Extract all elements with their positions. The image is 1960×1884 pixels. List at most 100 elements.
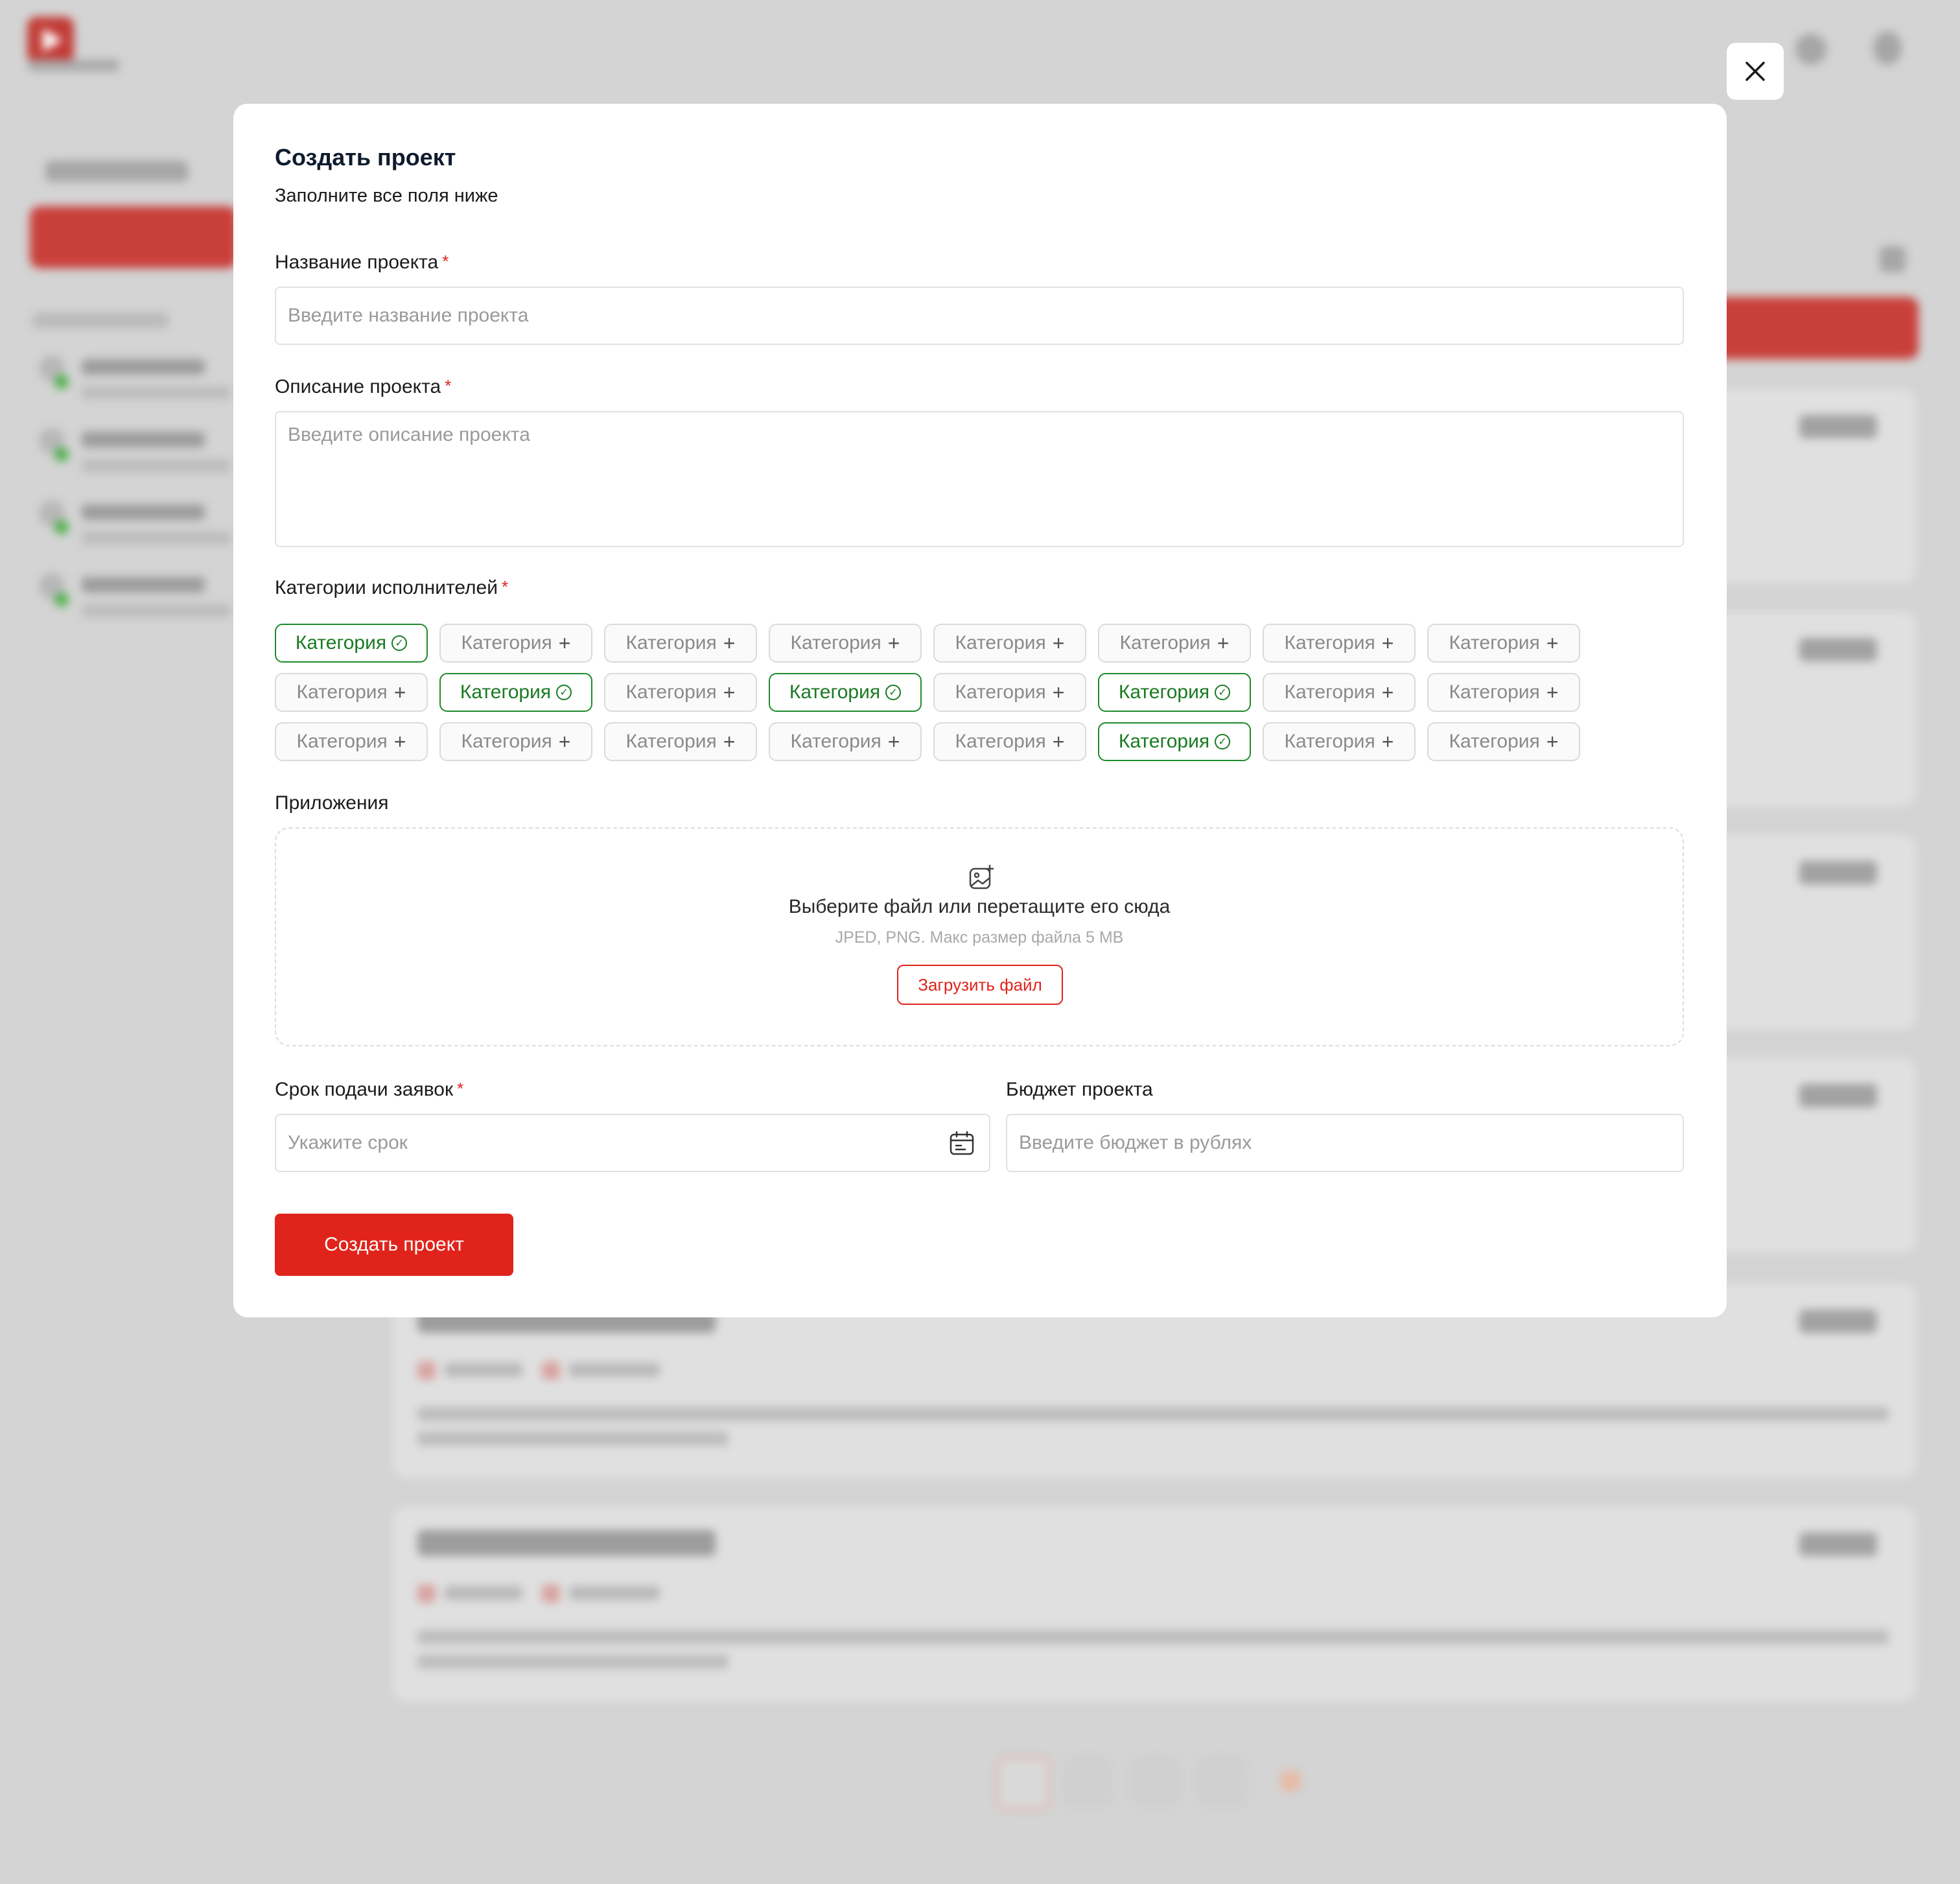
upload-file-button[interactable]: Загрузить файл — [897, 965, 1063, 1005]
dropzone-hint: JPED, PNG. Макс размер файла 5 MB — [835, 928, 1124, 947]
category-chip[interactable]: Категория + — [1427, 624, 1580, 663]
category-chip[interactable]: Категория + — [769, 722, 922, 761]
plus-icon: + — [887, 729, 900, 753]
notification-icon — [1795, 34, 1826, 65]
required-mark: * — [442, 252, 449, 271]
user-avatar-icon — [1873, 31, 1902, 65]
category-chip-label: Категория — [1119, 632, 1211, 654]
category-chip-label: Категория — [1284, 731, 1375, 752]
category-chip[interactable]: Категория ✓ — [439, 673, 592, 712]
check-circle-icon: ✓ — [885, 685, 902, 700]
category-chip[interactable]: Категория + — [933, 624, 1086, 663]
plus-icon: + — [1381, 631, 1394, 655]
plus-icon: + — [393, 680, 406, 704]
image-upload-icon — [969, 865, 994, 889]
modal-title: Создать проект — [275, 144, 456, 171]
category-chip[interactable]: Категория + — [933, 722, 1086, 761]
category-chip[interactable]: Категория + — [769, 624, 922, 663]
plus-icon: + — [1217, 631, 1230, 655]
check-circle-icon: ✓ — [1215, 734, 1231, 749]
category-chip-label: Категория — [295, 632, 387, 654]
category-chip[interactable]: Категория + — [1263, 624, 1416, 663]
category-chip[interactable]: Категория + — [275, 673, 428, 712]
category-chip-label: Категория — [955, 632, 1046, 654]
plus-icon: + — [723, 680, 736, 704]
project-description-input[interactable] — [275, 411, 1684, 547]
modal-subtitle: Заполните все поля ниже — [275, 185, 498, 206]
category-chip[interactable]: Категория + — [1098, 624, 1251, 663]
category-chip-label: Категория — [461, 632, 552, 654]
category-chip-label: Категория — [790, 731, 881, 752]
category-chip-label: Категория — [789, 681, 881, 703]
plus-icon: + — [1546, 729, 1559, 753]
category-chip-label: Категория — [955, 731, 1046, 752]
check-circle-icon: ✓ — [556, 685, 572, 700]
category-chip[interactable]: Категория ✓ — [1098, 673, 1251, 712]
required-mark: * — [502, 577, 509, 596]
category-chip-label: Категория — [460, 681, 552, 703]
plus-icon: + — [1546, 680, 1559, 704]
project-name-input[interactable] — [275, 287, 1684, 345]
category-chip-label: Категория — [955, 681, 1046, 703]
category-chip-label: Категория — [1449, 731, 1540, 752]
category-chip-label: Категория — [790, 632, 881, 654]
category-chip-label: Категория — [1118, 681, 1210, 703]
plus-icon: + — [723, 631, 736, 655]
category-chip[interactable]: Категория + — [1263, 673, 1416, 712]
category-chip-label: Категория — [296, 681, 388, 703]
dropzone-title: Выберите файл или перетащите его сюда — [788, 896, 1171, 917]
plus-icon: + — [1052, 729, 1065, 753]
budget-label: Бюджет проекта — [1006, 1079, 1153, 1100]
category-chip[interactable]: Категория + — [1263, 722, 1416, 761]
plus-icon: + — [393, 729, 406, 753]
plus-icon: + — [1052, 631, 1065, 655]
category-chip-label: Категория — [461, 731, 552, 752]
close-icon — [1745, 62, 1765, 81]
plus-icon: + — [723, 729, 736, 753]
category-chip[interactable]: Категория + — [439, 624, 592, 663]
category-chip[interactable]: Категория + — [604, 673, 757, 712]
category-chip[interactable]: Категория + — [1427, 673, 1580, 712]
category-chip-label: Категория — [625, 731, 717, 752]
category-chip-label: Категория — [625, 681, 717, 703]
category-chip[interactable]: Категория ✓ — [769, 673, 922, 712]
category-chip[interactable]: Категория + — [604, 624, 757, 663]
plus-icon: + — [887, 631, 900, 655]
deadline-label: Срок подачи заявок * — [275, 1079, 464, 1100]
close-button[interactable] — [1727, 43, 1784, 100]
required-mark: * — [445, 376, 452, 395]
create-project-modal: Создать проект Заполните все поля ниже Н… — [233, 104, 1727, 1317]
category-chip-label: Категория — [1118, 731, 1210, 752]
app-logo — [27, 17, 74, 64]
check-circle-icon: ✓ — [391, 635, 408, 651]
category-chip[interactable]: Категория + — [604, 722, 757, 761]
deadline-input[interactable] — [275, 1114, 990, 1172]
plus-icon: + — [558, 631, 571, 655]
project-description-label: Описание проекта * — [275, 376, 452, 397]
create-project-button[interactable]: Создать проект — [275, 1214, 513, 1276]
plus-icon: + — [1381, 680, 1394, 704]
plus-icon: + — [1381, 729, 1394, 753]
categories-label: Категории исполнителей * — [275, 577, 509, 598]
category-chip[interactable]: Категория ✓ — [275, 624, 428, 663]
category-chip-label: Категория — [1284, 681, 1375, 703]
calendar-icon[interactable] — [949, 1131, 975, 1157]
plus-icon: + — [1546, 631, 1559, 655]
category-chip[interactable]: Категория + — [1427, 722, 1580, 761]
category-chip-label: Категория — [1284, 632, 1375, 654]
plus-icon: + — [1052, 680, 1065, 704]
category-chip-label: Категория — [1449, 681, 1540, 703]
category-chip[interactable]: Категория ✓ — [1098, 722, 1251, 761]
file-dropzone[interactable]: Выберите файл или перетащите его сюда JP… — [275, 827, 1684, 1046]
category-chip[interactable]: Категория + — [275, 722, 428, 761]
category-chip-label: Категория — [1449, 632, 1540, 654]
required-mark: * — [457, 1079, 464, 1098]
budget-input[interactable] — [1006, 1114, 1684, 1172]
project-name-label: Название проекта * — [275, 252, 449, 273]
category-chip-label: Категория — [296, 731, 388, 752]
category-chip-label: Категория — [625, 632, 717, 654]
check-circle-icon: ✓ — [1215, 685, 1231, 700]
category-chip[interactable]: Категория + — [933, 673, 1086, 712]
category-chip[interactable]: Категория + — [439, 722, 592, 761]
attachments-label: Приложения — [275, 792, 389, 814]
